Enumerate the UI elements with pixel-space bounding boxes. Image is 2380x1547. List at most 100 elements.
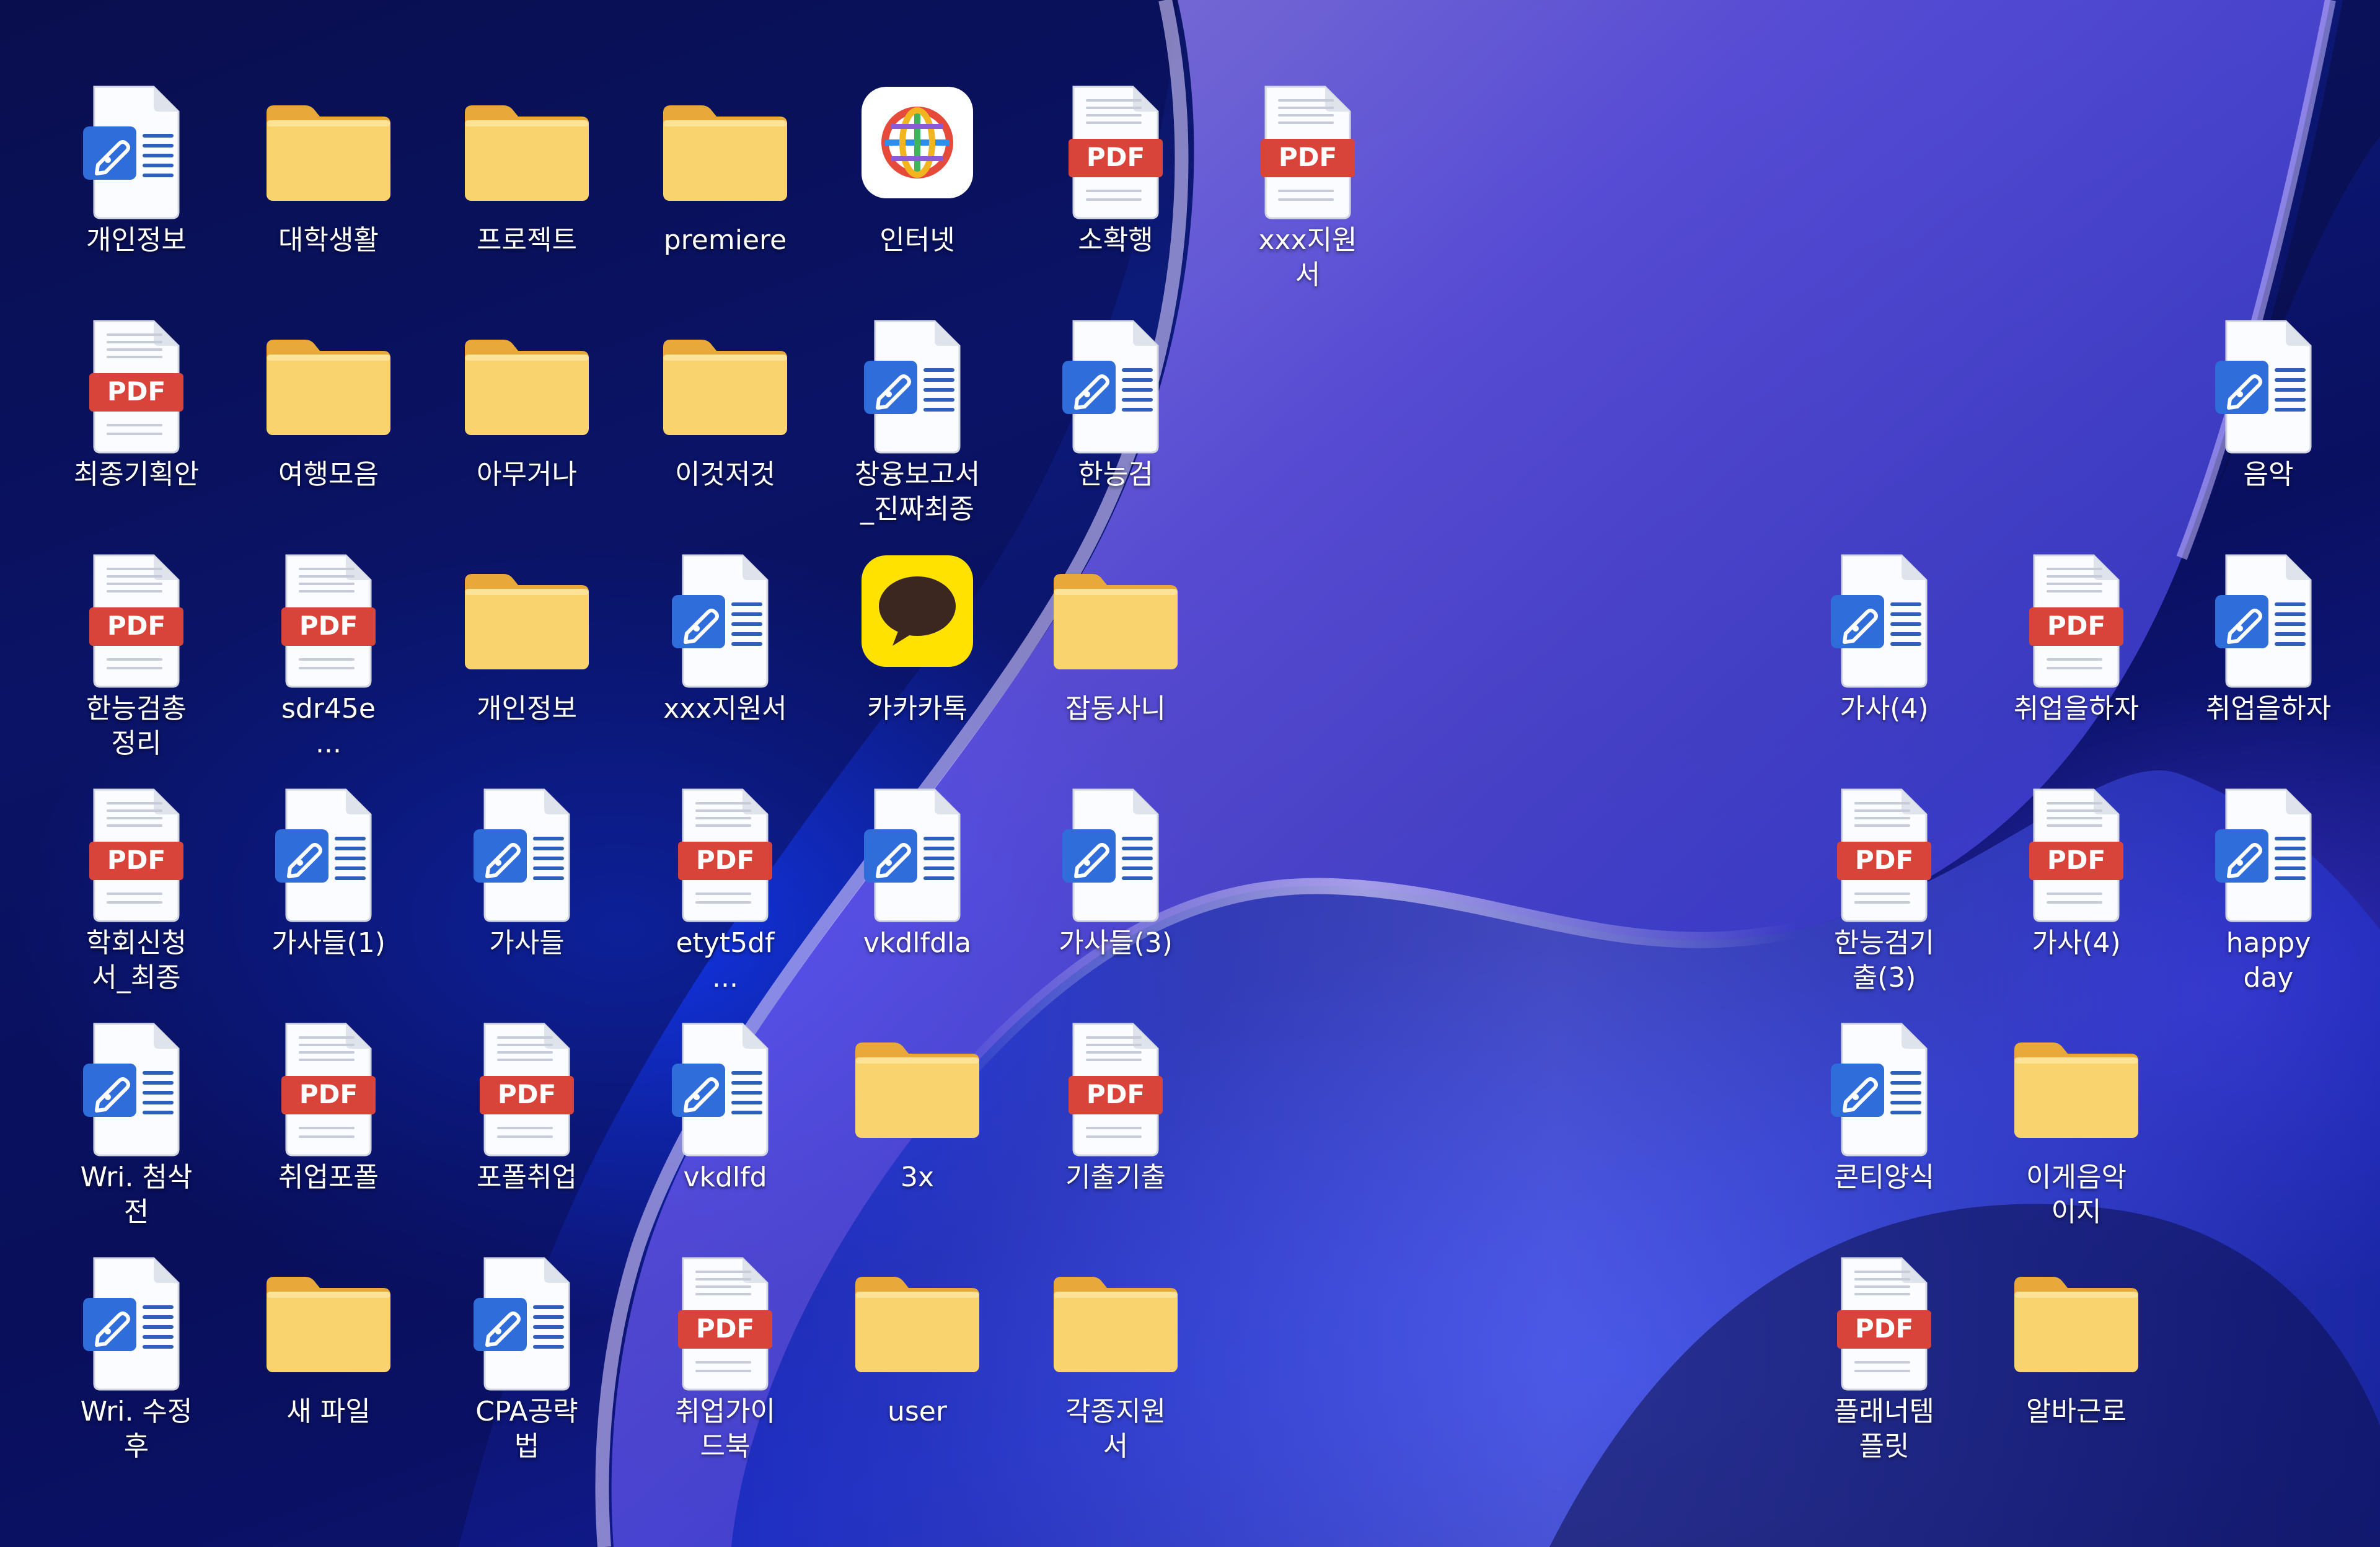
desktop-item[interactable]: PDF 취업포폴 (236, 1011, 421, 1235)
desktop-item-icon[interactable] (663, 1011, 787, 1160)
desktop-item-icon[interactable] (267, 777, 390, 926)
desktop-item[interactable]: user (824, 1246, 1010, 1469)
desktop-item[interactable]: 개인정보 (434, 543, 620, 766)
desktop-item[interactable]: PDF 포폴취업 (434, 1011, 620, 1235)
desktop-item-icon[interactable] (267, 1246, 390, 1395)
desktop-item-icon[interactable]: PDF (1246, 74, 1370, 223)
desktop-item[interactable]: happy day (2175, 777, 2361, 1000)
desktop-item-icon[interactable] (465, 1246, 589, 1395)
desktop-item-label: Wri. 첨삭 전 (80, 1161, 193, 1228)
desktop-item-icon[interactable] (855, 74, 979, 223)
desktop-item[interactable]: PDF 학회신청 서_최종 (43, 777, 229, 1000)
desktop-item[interactable]: PDF 가사(4) (1983, 777, 2169, 1000)
desktop-item[interactable]: PDF 최종기획안 (43, 309, 229, 532)
desktop-item-icon[interactable] (1054, 777, 1178, 926)
desktop-item-icon[interactable]: PDF (663, 1246, 787, 1395)
desktop-item-icon[interactable]: PDF (2014, 777, 2138, 926)
desktop-item[interactable]: 인터넷 (824, 74, 1010, 298)
desktop-item[interactable]: 프로젝트 (434, 74, 620, 298)
desktop-item-icon[interactable] (1054, 543, 1178, 692)
desktop-item[interactable]: vkdlfdla (824, 777, 1010, 1000)
desktop-item[interactable]: 가사들(1) (236, 777, 421, 1000)
desktop-item-icon[interactable]: PDF (267, 1011, 390, 1160)
desktop-item-icon[interactable]: PDF (1054, 1011, 1178, 1160)
desktop-item[interactable]: 대학생활 (236, 74, 421, 298)
desktop-item-icon[interactable]: PDF (1822, 1246, 1946, 1395)
desktop-item-icon[interactable] (2206, 777, 2330, 926)
folder-icon (1054, 1277, 1178, 1372)
desktop-item-icon[interactable]: PDF (663, 777, 787, 926)
desktop-item[interactable]: 한능검 (1023, 309, 1209, 532)
desktop-item-icon[interactable] (465, 543, 589, 692)
desktop-item-icon[interactable]: PDF (74, 777, 198, 926)
desktop-item-icon[interactable]: PDF (465, 1011, 589, 1160)
desktop-item-icon[interactable] (855, 309, 979, 457)
desktop-item-icon[interactable]: PDF (1054, 74, 1178, 223)
desktop-item[interactable]: PDF 한능검기 출(3) (1791, 777, 1977, 1000)
desktop-item[interactable]: PDF 한능검총 정리 (43, 543, 229, 766)
desktop-item-icon[interactable] (465, 309, 589, 457)
desktop-item-icon[interactable] (74, 1246, 198, 1395)
desktop-item-icon[interactable] (663, 543, 787, 692)
desktop-item-icon[interactable] (855, 1246, 979, 1395)
desktop-item-icon[interactable] (267, 309, 390, 457)
desktop-item[interactable]: 창융보고서 _진짜최종 (824, 309, 1010, 532)
desktop-item[interactable]: xxx지원서 (632, 543, 818, 766)
desktop-item[interactable]: 가사들(3) (1023, 777, 1209, 1000)
desktop-item-icon[interactable] (465, 777, 589, 926)
desktop-item[interactable]: PDF 플래너템 플릿 (1791, 1246, 1977, 1469)
desktop-item[interactable]: 이게음악 이지 (1983, 1011, 2169, 1235)
desktop-item[interactable]: 가사들 (434, 777, 620, 1000)
desktop-item-icon[interactable] (855, 777, 979, 926)
desktop-item[interactable]: 잡동사니 (1023, 543, 1209, 766)
desktop-item-icon[interactable]: PDF (2014, 543, 2138, 692)
desktop-item[interactable]: 개인정보 (43, 74, 229, 298)
desktop-item-icon[interactable] (2014, 1011, 2138, 1160)
desktop-item[interactable]: PDF 취업을하자 (1983, 543, 2169, 766)
desktop-item[interactable]: PDF xxx지원 서 (1215, 74, 1401, 298)
desktop-item[interactable]: PDF sdr45e ... (236, 543, 421, 766)
desktop-item[interactable]: Wri. 수정 후 (43, 1246, 229, 1469)
desktop-item-icon[interactable] (855, 543, 979, 692)
desktop-item-icon[interactable] (267, 74, 390, 223)
desktop-item-icon[interactable] (1822, 543, 1946, 692)
desktop-item[interactable]: 3x (824, 1011, 1010, 1235)
desktop-item-icon[interactable]: PDF (1822, 777, 1946, 926)
desktop-item[interactable]: premiere (632, 74, 818, 298)
desktop-item[interactable]: PDF 기출기출 (1023, 1011, 1209, 1235)
desktop-item[interactable]: 여행모음 (236, 309, 421, 532)
desktop-item-icon[interactable]: PDF (74, 543, 198, 692)
desktop-item-icon[interactable] (855, 1011, 979, 1160)
desktop-item-label: 잡동사니 (1065, 693, 1166, 725)
desktop-item[interactable]: 아무거나 (434, 309, 620, 532)
desktop-item-icon[interactable] (74, 74, 198, 223)
desktop-item-icon[interactable] (2206, 543, 2330, 692)
desktop-item-icon[interactable] (1822, 1011, 1946, 1160)
desktop-item[interactable]: vkdlfd (632, 1011, 818, 1235)
desktop-item-icon[interactable] (1054, 1246, 1178, 1395)
desktop-item[interactable]: 음악 (2175, 309, 2361, 532)
desktop-item-icon[interactable] (663, 74, 787, 223)
desktop-item-icon[interactable] (663, 309, 787, 457)
desktop-item-icon[interactable] (2014, 1246, 2138, 1395)
desktop-item[interactable]: PDF 취업가이 드북 (632, 1246, 818, 1469)
desktop-item[interactable]: 가사(4) (1791, 543, 1977, 766)
desktop-item-icon[interactable]: PDF (267, 543, 390, 692)
pdf-badge-text: PDF (1855, 845, 1913, 875)
desktop-item[interactable]: CPA공략 법 (434, 1246, 620, 1469)
desktop-item[interactable]: 콘티양식 (1791, 1011, 1977, 1235)
desktop-item-icon[interactable] (74, 1011, 198, 1160)
desktop-item[interactable]: 각종지원 서 (1023, 1246, 1209, 1469)
desktop-item[interactable]: 카카카톡 (824, 543, 1010, 766)
desktop-item[interactable]: Wri. 첨삭 전 (43, 1011, 229, 1235)
desktop-item[interactable]: 새 파일 (236, 1246, 421, 1469)
desktop-item-icon[interactable] (1054, 309, 1178, 457)
desktop-item[interactable]: PDF 소확행 (1023, 74, 1209, 298)
desktop-item-icon[interactable]: PDF (74, 309, 198, 457)
desktop-item-icon[interactable] (465, 74, 589, 223)
desktop-item[interactable]: PDF etyt5df ... (632, 777, 818, 1000)
desktop-item[interactable]: 취업을하자 (2175, 543, 2361, 766)
desktop-item-icon[interactable] (2206, 309, 2330, 457)
desktop-item[interactable]: 알바근로 (1983, 1246, 2169, 1469)
desktop-item[interactable]: 이것저것 (632, 309, 818, 532)
